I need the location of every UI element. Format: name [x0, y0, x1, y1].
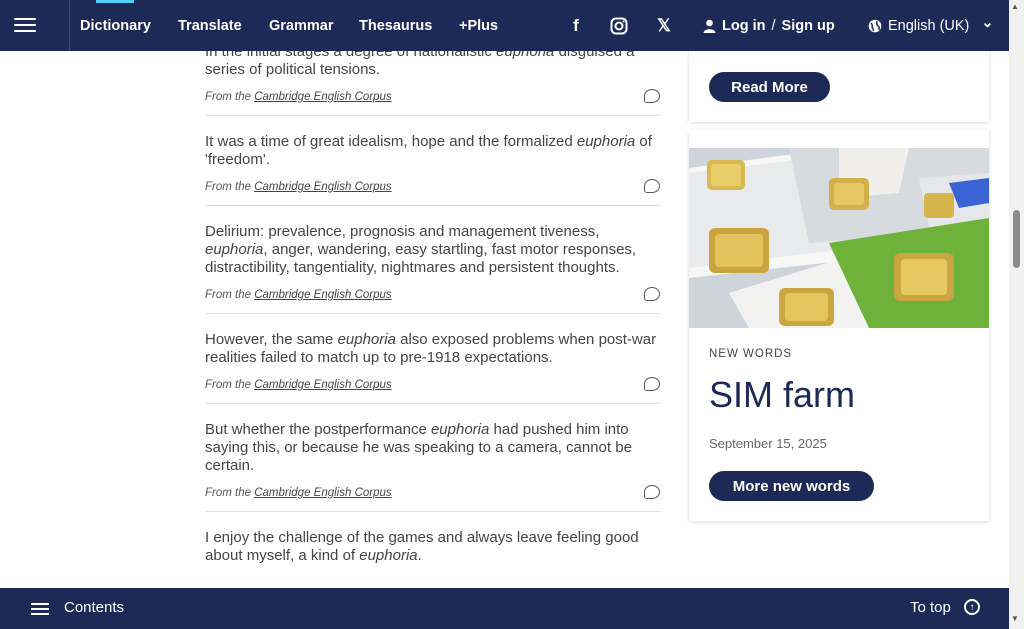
x-twitter-icon[interactable]: 𝕏	[653, 15, 675, 37]
nav-translate-label: Translate	[178, 17, 242, 34]
example-sentences: In the initial stages a degree of nation…	[205, 43, 660, 594]
source-link[interactable]: Cambridge English Corpus	[254, 487, 391, 499]
facebook-icon[interactable]: f	[565, 15, 587, 37]
instagram-icon[interactable]	[608, 15, 630, 37]
login-separator: /	[771, 17, 776, 34]
example-sentence: I enjoy the challenge of the games and a…	[205, 529, 639, 564]
example-source: From the Cambridge English Corpus	[205, 487, 392, 499]
nav-thesaurus[interactable]: Thesaurus	[359, 0, 432, 51]
example-source: From the Cambridge English Corpus	[205, 379, 392, 391]
example-sentence: It was a time of great idealism, hope an…	[205, 133, 652, 168]
comment-icon[interactable]	[644, 287, 660, 301]
new-words-label: NEW WORDS	[709, 348, 793, 360]
contents-menu-icon[interactable]	[31, 600, 49, 618]
to-top-button[interactable]: To top	[910, 599, 951, 616]
globe-icon	[868, 19, 882, 32]
hamburger-menu-icon[interactable]	[14, 14, 36, 36]
language-label: English (UK)	[888, 17, 970, 34]
nav-dictionary[interactable]: Dictionary	[80, 0, 151, 51]
user-icon	[703, 19, 716, 33]
nav-plus-label: +Plus	[459, 17, 499, 34]
scrollbar-track[interactable]	[1009, 0, 1024, 629]
scroll-down-arrow-icon[interactable]: ▼	[1011, 614, 1019, 623]
scroll-up-arrow-icon[interactable]: ▲	[1011, 2, 1019, 11]
source-link[interactable]: Cambridge English Corpus	[254, 289, 391, 301]
headword-highlight: euphoria	[337, 331, 396, 348]
nav-grammar-label: Grammar	[269, 17, 334, 34]
example-item: Delirium: prevalence, prognosis and mana…	[205, 223, 660, 314]
signup-link[interactable]: Sign up	[782, 18, 835, 34]
new-words-card: NEW WORDS SIM farm September 15, 2025 Mo…	[689, 130, 989, 521]
nav-translate[interactable]: Translate	[178, 0, 242, 51]
more-new-words-button[interactable]: More new words	[709, 471, 874, 501]
source-link[interactable]: Cambridge English Corpus	[254, 379, 391, 391]
headword-highlight: euphoria	[205, 241, 264, 258]
language-selector[interactable]: English (UK) ⌄	[868, 0, 994, 51]
headword-highlight: euphoria	[576, 133, 636, 150]
example-source: From the Cambridge English Corpus	[205, 91, 392, 103]
comment-icon[interactable]	[644, 485, 660, 499]
bottom-bar: Contents To top ↑	[0, 588, 1009, 629]
login-area: Log in / Sign up	[703, 0, 835, 51]
read-more-button[interactable]: Read More	[709, 72, 830, 102]
nav-plus[interactable]: +Plus	[459, 0, 498, 51]
contents-button[interactable]: Contents	[64, 599, 124, 616]
example-source: From the Cambridge English Corpus	[205, 289, 392, 301]
arrow-up-circle-icon[interactable]: ↑	[964, 599, 980, 615]
top-navigation-bar: Dictionary Translate Grammar Thesaurus +…	[0, 0, 1009, 51]
source-link[interactable]: Cambridge English Corpus	[254, 91, 391, 103]
comment-icon[interactable]	[644, 89, 660, 103]
example-sentence: But whether the postperformance euphoria…	[205, 421, 632, 474]
example-item: However, the same euphoria also exposed …	[205, 331, 660, 404]
chevron-down-icon: ⌄	[981, 14, 994, 31]
headword-highlight: euphoria	[430, 421, 490, 438]
nav-divider	[69, 0, 70, 51]
example-item: In the initial stages a degree of nation…	[205, 43, 660, 116]
source-link[interactable]: Cambridge English Corpus	[254, 181, 391, 193]
new-word-date: September 15, 2025	[709, 436, 827, 451]
example-sentence: However, the same euphoria also exposed …	[205, 331, 657, 366]
comment-icon[interactable]	[644, 179, 660, 193]
nav-thesaurus-label: Thesaurus	[359, 17, 433, 34]
nav-dictionary-label: Dictionary	[80, 17, 151, 34]
sim-cards-image[interactable]	[689, 148, 989, 328]
new-word-title-link[interactable]: SIM farm	[709, 374, 855, 416]
example-item: I enjoy the challenge of the games and a…	[205, 529, 660, 577]
nav-grammar[interactable]: Grammar	[269, 0, 333, 51]
scrollbar-thumb[interactable]	[1013, 210, 1020, 268]
login-link[interactable]: Log in	[722, 18, 766, 34]
example-sentence: Delirium: prevalence, prognosis and mana…	[205, 223, 637, 276]
example-item: But whether the postperformance euphoria…	[205, 421, 660, 512]
example-source: From the Cambridge English Corpus	[205, 181, 392, 193]
comment-icon[interactable]	[644, 377, 660, 391]
headword-highlight: euphoria	[359, 547, 418, 564]
example-item: It was a time of great idealism, hope an…	[205, 133, 660, 206]
